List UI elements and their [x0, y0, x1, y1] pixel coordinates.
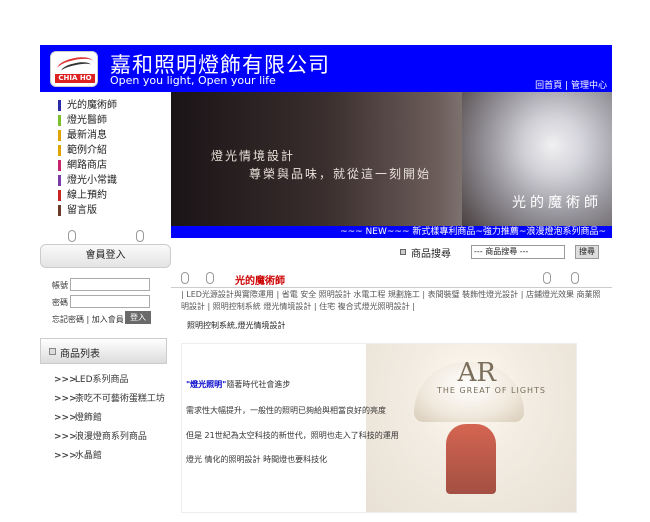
- hero-banner: 燈光情境設計 尊榮與品味，就從這一刻開始 光的魔術師: [171, 92, 612, 226]
- product-item-label: 燈飾館: [74, 413, 102, 423]
- menu-item-tips[interactable]: 燈光小常識: [58, 174, 117, 187]
- product-item-label: LED系列商品: [74, 375, 129, 385]
- chevron-right-icon: >>>: [54, 394, 77, 404]
- article-line-1: "燈光照明"隨著時代社會進步: [186, 379, 290, 390]
- top-links: 回首頁 | 管理中心: [535, 78, 607, 91]
- product-item-led[interactable]: >>> LED系列商品: [54, 372, 129, 385]
- menu-item-news[interactable]: 最新消息: [58, 129, 107, 142]
- square-bullet-icon: [400, 249, 406, 255]
- menu-item-label: 最新消息: [67, 130, 107, 141]
- menu-item-examples[interactable]: 範例介紹: [58, 144, 107, 157]
- menu-item-label: 燈光小常識: [67, 175, 117, 186]
- password-input[interactable]: [70, 295, 150, 308]
- article-line-3: 但是 21世紀為太空科技的新世代，照明也走入了科技的運用: [186, 431, 399, 440]
- menu-color-bar: [58, 115, 61, 126]
- banner-subheadline: 尊榮與品味，就從這一刻開始: [249, 167, 432, 181]
- menu-color-bar: [58, 160, 61, 171]
- search-button[interactable]: 搜尋: [575, 245, 599, 259]
- chevron-right-icon: >>>: [54, 451, 77, 461]
- article-highlight: "燈光照明": [186, 380, 227, 389]
- menu-item-light-doctor[interactable]: 燈光醫師: [58, 114, 107, 127]
- menu-color-bar: [58, 145, 61, 156]
- chevron-right-icon: >>>: [54, 413, 77, 423]
- menu-color-bar: [58, 205, 61, 216]
- product-subtitle: THE GREAT OF LIGHTS: [436, 386, 546, 395]
- banner-headline: 燈光情境設計: [211, 149, 296, 163]
- forgot-password-link[interactable]: 忘記密碼: [52, 315, 84, 324]
- news-ticker[interactable]: ~~~ NEW~~~ 新式樣專利商品~強力推薦~浪漫燈泡系列商品~: [171, 226, 612, 238]
- company-logo[interactable]: CHIA HO: [50, 51, 98, 87]
- password-label: 密碼: [52, 298, 68, 307]
- site-header: CHIA HO 嘉和照明燈飾有限公司 Open you light, Open …: [40, 45, 612, 92]
- logo-text: CHIA HO: [55, 74, 95, 83]
- menu-item-label: 線上預約: [67, 190, 107, 201]
- ring-icon: [68, 230, 76, 242]
- admin-link[interactable]: 管理中心: [571, 81, 607, 91]
- content-categories: | LED光源設計與實際運用 | 省電 安全 照明設計 水電工程 規劃施工 | …: [181, 290, 601, 311]
- product-item-romantic[interactable]: >>> 浪漫燈商系列商品: [54, 429, 147, 442]
- product-item-crystal[interactable]: >>> 水晶館: [54, 448, 102, 461]
- lamp-base: [446, 424, 496, 494]
- product-item-label: 水晶館: [74, 451, 102, 461]
- menu-item-guestbook[interactable]: 留言版: [58, 204, 97, 217]
- menu-item-label: 燈光醫師: [67, 115, 107, 126]
- search-category-select[interactable]: --- 商品搜尋 ---: [471, 245, 565, 259]
- product-item-lamps[interactable]: >>> 燈飾館: [54, 410, 102, 423]
- login-binder-rings: [40, 226, 171, 242]
- login-links: 忘記密碼 | 加入會員: [52, 314, 124, 325]
- login-button[interactable]: 登入: [125, 311, 151, 324]
- left-menu: 光的魔術師 燈光醫師 最新消息 範例介紹 網路商店 燈光小常識 線上預約 留言版: [40, 92, 171, 226]
- login-title: 會員登入: [40, 244, 171, 268]
- top-links-separator: |: [565, 81, 569, 91]
- menu-color-bar: [58, 190, 61, 201]
- content-title: 光的魔術師: [235, 276, 285, 287]
- home-link[interactable]: 回首頁: [535, 81, 562, 91]
- join-member-link[interactable]: 加入會員: [92, 315, 124, 324]
- menu-item-label: 範例介紹: [67, 145, 107, 156]
- chevron-right-icon: >>>: [54, 375, 77, 385]
- article-panel: AR THE GREAT OF LIGHTS "燈光照明"隨著時代社會進步 需求…: [181, 343, 577, 513]
- menu-item-label: 留言版: [67, 205, 97, 216]
- content-subtitle: 照明控制系統,燈光情境設計: [187, 321, 286, 330]
- ring-icon: [206, 272, 214, 284]
- ring-icon: [181, 272, 189, 284]
- menu-item-shop[interactable]: 網路商店: [58, 159, 107, 172]
- article-line-2: 需求性大幅提升，一般性的照明已夠給與相當良好的亮度: [186, 406, 386, 415]
- product-title: AR: [457, 358, 496, 388]
- menu-item-label: 光的魔術師: [67, 100, 117, 111]
- chevron-right-icon: >>>: [54, 432, 77, 442]
- ring-icon: [543, 272, 551, 284]
- product-list-title: 商品列表: [60, 349, 100, 360]
- news-ticker-text: ~~~ NEW~~~ 新式樣專利商品~強力推薦~浪漫燈泡系列商品~: [340, 227, 606, 237]
- menu-color-bar: [58, 100, 61, 111]
- ring-icon: [571, 272, 579, 284]
- search-label: 商品搜尋: [411, 249, 451, 260]
- menu-color-bar: [58, 130, 61, 141]
- article-line-1-text: 隨著時代社會進步: [226, 380, 291, 389]
- product-item-label: 浪漫燈商系列商品: [74, 432, 147, 442]
- account-label: 帳號: [52, 281, 68, 290]
- ring-icon: [136, 230, 144, 242]
- product-list-header: 商品列表: [40, 338, 167, 364]
- slogan: Open you light, Open your life: [110, 74, 276, 87]
- product-item-cake[interactable]: >>> 柰吃不可藝術蛋糕工坊: [54, 391, 165, 404]
- menu-item-magician[interactable]: 光的魔術師: [58, 99, 117, 112]
- login-links-separator: |: [86, 315, 90, 324]
- account-input[interactable]: [70, 278, 150, 291]
- product-item-label: 柰吃不可藝術蛋糕工坊: [74, 394, 165, 404]
- article-line-4: 燈光 情化的照明設計 時間燈也要科技化: [186, 455, 328, 464]
- menu-color-bar: [58, 175, 61, 186]
- menu-item-label: 網路商店: [67, 160, 107, 171]
- square-bullet-icon: [49, 348, 56, 355]
- menu-item-booking[interactable]: 線上預約: [58, 189, 107, 202]
- banner-right-text: 光的魔術師: [512, 195, 602, 211]
